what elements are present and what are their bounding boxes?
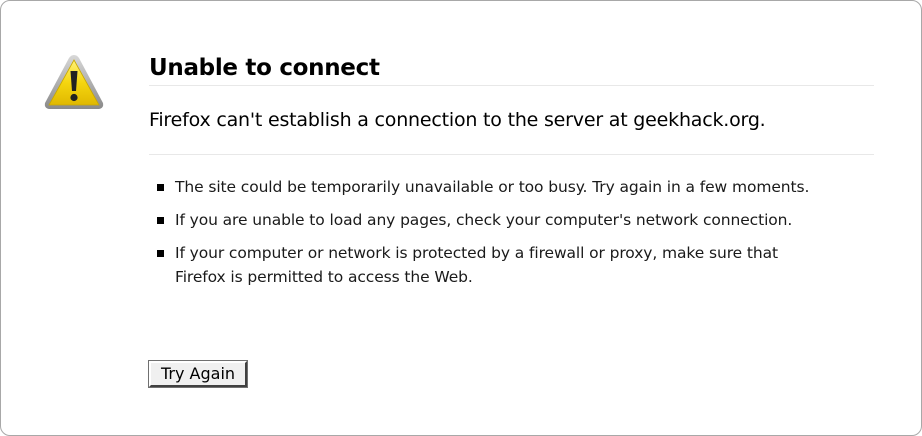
bullet-icon — [157, 250, 164, 257]
suggestion-item: If your computer or network is protected… — [157, 241, 815, 289]
error-title: Unable to connect — [149, 53, 874, 86]
suggestion-list: The site could be temporarily unavailabl… — [157, 175, 874, 289]
warning-icon — [43, 53, 105, 111]
suggestion-item: If you are unable to load any pages, che… — [157, 208, 815, 232]
error-page: Unable to connect Firefox can't establis… — [0, 0, 922, 436]
suggestion-text: The site could be temporarily unavailabl… — [175, 178, 810, 196]
bullet-icon — [157, 217, 164, 224]
suggestion-item: The site could be temporarily unavailabl… — [157, 175, 815, 199]
suggestion-text: If your computer or network is protected… — [175, 244, 778, 286]
bullet-icon — [157, 184, 164, 191]
error-long-description: The site could be temporarily unavailabl… — [149, 175, 874, 289]
try-again-button[interactable]: Try Again — [147, 360, 249, 388]
error-short-description: Firefox can't establish a connection to … — [149, 108, 874, 155]
suggestion-text: If you are unable to load any pages, che… — [175, 211, 793, 229]
error-content: Unable to connect Firefox can't establis… — [149, 53, 874, 298]
